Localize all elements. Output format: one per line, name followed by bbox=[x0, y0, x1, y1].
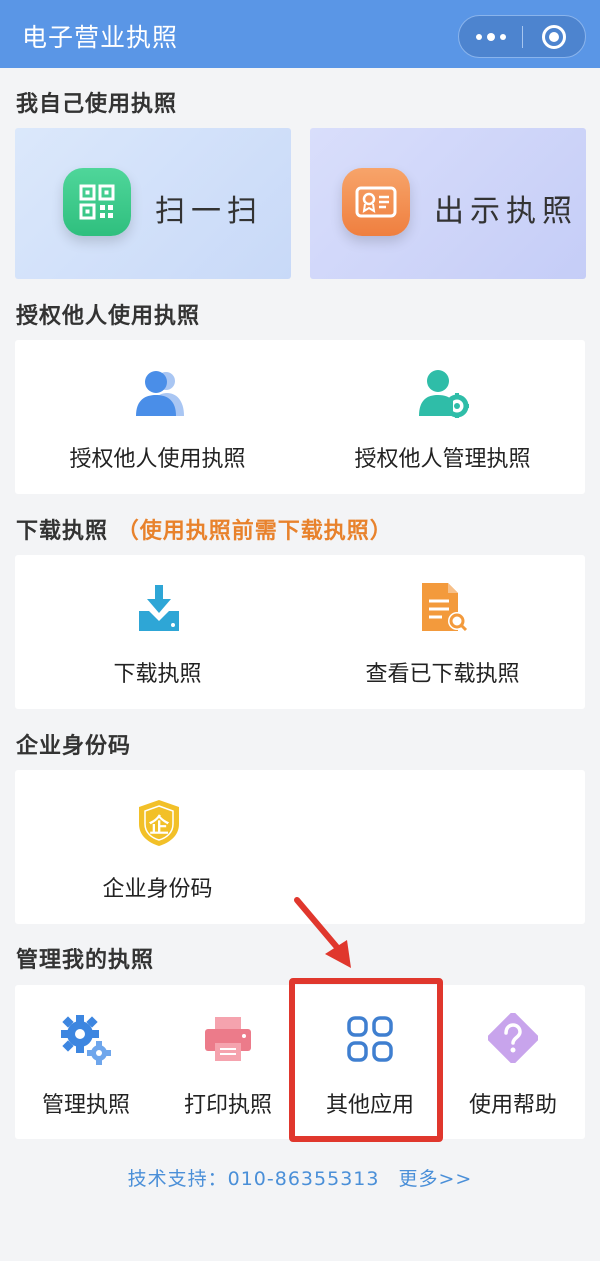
page-title: 电子营业执照 bbox=[22, 23, 179, 52]
help-button[interactable]: 使用帮助 bbox=[441, 985, 585, 1139]
download-card: 下载执照 查看已下载执照 bbox=[15, 555, 585, 709]
download-license-label: 下载执照 bbox=[113, 662, 202, 687]
show-license-button[interactable]: 出示执照 bbox=[310, 128, 586, 279]
close-mini-program-button[interactable] bbox=[542, 25, 566, 49]
enterprise-code-button[interactable]: 企 企业身份码 bbox=[15, 770, 300, 924]
gears-icon bbox=[61, 1015, 111, 1069]
more-link[interactable]: 更多>> bbox=[399, 1168, 473, 1190]
view-downloaded-label: 查看已下载执照 bbox=[365, 662, 520, 687]
section-title-manage: 管理我的执照 bbox=[16, 948, 155, 973]
mini-program-capsule bbox=[458, 15, 586, 58]
scan-label: 扫一扫 bbox=[155, 194, 263, 229]
authorize-use-button[interactable]: 授权他人使用执照 bbox=[15, 340, 300, 494]
capsule-divider bbox=[522, 26, 523, 48]
authorize-manage-label: 授权他人管理执照 bbox=[354, 447, 531, 472]
authorize-card: 授权他人使用执照 授权他人管理执照 bbox=[15, 340, 585, 494]
enterprise-shield-icon: 企 bbox=[137, 798, 181, 848]
support-phone[interactable]: 技术支持：010-86355313 bbox=[128, 1168, 380, 1190]
more-menu-button[interactable] bbox=[459, 16, 522, 57]
annotation-highlight-box bbox=[289, 978, 443, 1142]
printer-icon bbox=[203, 1015, 253, 1067]
title-bar: 电子营业执照 bbox=[0, 0, 600, 68]
help-question-icon bbox=[487, 1012, 539, 1064]
authorize-manage-button[interactable]: 授权他人管理执照 bbox=[300, 340, 585, 494]
license-card-icon bbox=[342, 168, 410, 236]
view-downloaded-button[interactable]: 查看已下载执照 bbox=[300, 555, 585, 709]
users-icon bbox=[134, 368, 184, 422]
footer: 技术支持：010-86355313 更多>> bbox=[0, 1164, 600, 1191]
manage-license-button[interactable]: 管理执照 bbox=[15, 985, 157, 1139]
document-icon bbox=[418, 581, 468, 637]
scan-button[interactable]: 扫一扫 bbox=[15, 128, 291, 279]
help-label: 使用帮助 bbox=[468, 1093, 557, 1118]
section-title-download: 下载执照 （使用执照前需下载执照） bbox=[16, 513, 393, 545]
show-license-label: 出示执照 bbox=[434, 194, 578, 229]
annotation-arrow-icon bbox=[294, 897, 351, 968]
download-note: （使用执照前需下载执照） bbox=[116, 519, 393, 544]
qr-code-icon bbox=[63, 168, 131, 236]
section-title-self: 我自己使用执照 bbox=[16, 92, 178, 117]
enterprise-code-label: 企业身份码 bbox=[102, 877, 213, 902]
download-icon bbox=[137, 583, 181, 637]
section-title-enterprise: 企业身份码 bbox=[16, 734, 132, 759]
user-gear-icon bbox=[417, 368, 469, 422]
print-license-button[interactable]: 打印执照 bbox=[157, 985, 299, 1139]
enterprise-badge-char: 企 bbox=[149, 813, 169, 837]
section-title-authorize: 授权他人使用执照 bbox=[16, 304, 201, 329]
print-license-label: 打印执照 bbox=[183, 1093, 272, 1118]
download-title-text: 下载执照 bbox=[16, 519, 109, 544]
manage-license-label: 管理执照 bbox=[41, 1093, 130, 1118]
authorize-use-label: 授权他人使用执照 bbox=[69, 447, 246, 472]
download-license-button[interactable]: 下载执照 bbox=[15, 555, 300, 709]
